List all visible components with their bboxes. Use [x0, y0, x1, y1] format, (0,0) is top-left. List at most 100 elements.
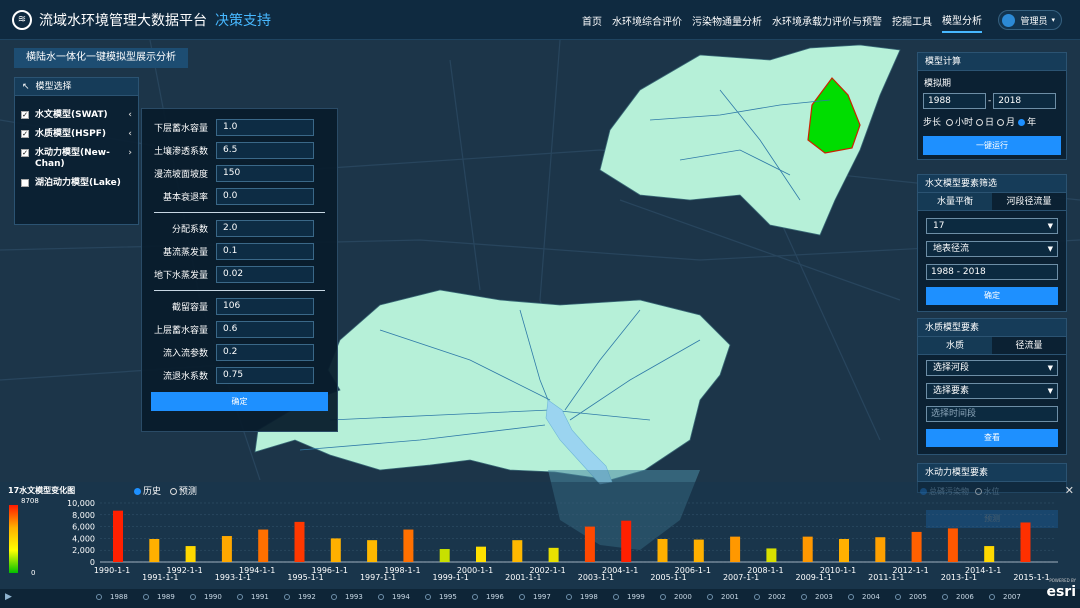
timeline-dot-icon: [190, 594, 196, 600]
run-button[interactable]: 一键运行: [923, 136, 1061, 155]
nav-home[interactable]: 首页: [582, 9, 602, 32]
param-input[interactable]: 6.5: [216, 142, 314, 159]
nav-mining-tools[interactable]: 挖掘工具: [892, 9, 932, 32]
checkbox-hspf[interactable]: ✓: [21, 130, 29, 138]
timeline-year[interactable]: 1988: [96, 593, 128, 601]
param-input[interactable]: 0.75: [216, 367, 314, 384]
chevron-left-icon[interactable]: ‹: [128, 129, 132, 140]
timeline-year[interactable]: 2001: [707, 593, 739, 601]
radio-history[interactable]: 历史: [134, 487, 161, 497]
main-nav: 首页 水环境综合评价 污染物通量分析 水环境承载力评价与预警 挖掘工具 模型分析: [572, 0, 982, 40]
quality-query-button[interactable]: 查看: [926, 429, 1058, 447]
timeline-year[interactable]: 1999: [613, 593, 645, 601]
select-reach[interactable]: 选择河段 ▼: [926, 360, 1058, 376]
chevron-left-icon[interactable]: ‹: [128, 110, 132, 121]
divider: [154, 212, 325, 213]
model-label-hspf: 水质模型(HSPF): [35, 129, 106, 139]
timeline-dot-icon: [707, 594, 713, 600]
param-row: 地下水蒸发量 0.02: [142, 264, 337, 285]
time-period-input[interactable]: 选择时间段: [926, 406, 1058, 422]
timeline-dot-icon: [754, 594, 760, 600]
model-select-header: ↖ 模型选择: [15, 78, 138, 96]
param-input[interactable]: 0.2: [216, 344, 314, 361]
nav-pollutant-flux[interactable]: 污染物通量分析: [692, 9, 762, 32]
radio-predict-label: 预测: [178, 487, 197, 497]
checkbox-newchan[interactable]: ✓: [21, 149, 29, 157]
model-item-lake[interactable]: 湖泊动力模型(Lake): [15, 174, 138, 193]
timeline-year[interactable]: 2006: [942, 593, 974, 601]
tab-reach-runoff[interactable]: 河段径流量: [992, 193, 1066, 210]
select-reach-value: 选择河段: [933, 363, 970, 373]
timeline-year[interactable]: 2000: [660, 593, 692, 601]
radio-predict[interactable]: 预测: [169, 487, 197, 497]
tab-water-balance[interactable]: 水量平衡: [918, 193, 992, 210]
chevron-right-icon[interactable]: ›: [128, 148, 132, 159]
nav-capacity[interactable]: 水环境承载力评价与预警: [772, 9, 882, 32]
element-select[interactable]: 地表径流 ▼: [926, 241, 1058, 257]
timeline-year[interactable]: 1990: [190, 593, 222, 601]
timeline-dot-icon: [284, 594, 290, 600]
tab-quality[interactable]: 水质: [918, 337, 992, 354]
hydro-confirm-button[interactable]: 确定: [926, 287, 1058, 305]
tab-runoff[interactable]: 径流量: [992, 337, 1066, 354]
step-hour[interactable]: 小时: [946, 115, 973, 128]
param-input[interactable]: 0.1: [216, 243, 314, 260]
model-item-hspf[interactable]: ✓ 水质模型(HSPF) ‹: [15, 125, 138, 144]
timeline-year[interactable]: 2002: [754, 593, 786, 601]
timeline-year[interactable]: 1994: [378, 593, 410, 601]
timeline-year[interactable]: 2007: [989, 593, 1021, 601]
timeline-year[interactable]: 1989: [143, 593, 175, 601]
reach-select[interactable]: 17 ▼: [926, 218, 1058, 234]
color-legend-bar: [9, 505, 18, 573]
date-range-input[interactable]: 1988 - 2018: [926, 264, 1058, 280]
timeline-year-label: 1992: [298, 593, 316, 601]
model-item-newchan[interactable]: ✓ 水动力模型(New-Chan) ›: [15, 144, 138, 174]
param-input[interactable]: 106: [216, 298, 314, 315]
step-month[interactable]: 月: [997, 115, 1015, 128]
timeline-year[interactable]: 2003: [801, 593, 833, 601]
model-select-panel: ↖ 模型选择 ✓ 水文模型(SWAT) ‹ ✓ 水质模型(HSPF) ‹ ✓ 水动力模型(N…: [14, 77, 139, 225]
start-year-input[interactable]: 1988: [923, 93, 986, 109]
model-label-swat: 水文模型(SWAT): [35, 110, 108, 120]
end-year-input[interactable]: 2018: [993, 93, 1057, 109]
timeline-year[interactable]: 1995: [425, 593, 457, 601]
params-confirm-button[interactable]: 确定: [151, 392, 328, 411]
checkbox-lake[interactable]: [21, 179, 29, 187]
page-title: 横陆水一体化一键模拟型展示分析: [14, 48, 188, 68]
play-icon[interactable]: ▶: [5, 592, 12, 602]
select-element[interactable]: 选择要素 ▼: [926, 383, 1058, 399]
timeline-year[interactable]: 2005: [895, 593, 927, 601]
model-calc-header: 模型计算: [918, 53, 1066, 71]
checkbox-swat[interactable]: ✓: [21, 111, 29, 119]
model-calc-panel: 模型计算 模拟期 1988 - 2018 步长 小时 日 月 年 一键运行: [917, 52, 1067, 160]
step-year[interactable]: 年: [1018, 115, 1036, 128]
step-label: 步长: [923, 118, 942, 128]
param-label: 基本衰退率: [162, 193, 208, 203]
param-input[interactable]: 0.6: [216, 321, 314, 338]
param-input[interactable]: 0.02: [216, 266, 314, 283]
timeline-dot-icon: [613, 594, 619, 600]
param-input[interactable]: 150: [216, 165, 314, 182]
hydro-tabs: 水量平衡 河段径流量: [918, 193, 1066, 211]
radio-icon: [997, 119, 1005, 126]
user-menu[interactable]: 管理员 ▾: [998, 10, 1062, 30]
param-input[interactable]: 1.0: [216, 119, 314, 136]
timeline-year[interactable]: 2004: [848, 593, 880, 601]
nav-model-analysis[interactable]: 模型分析: [942, 8, 982, 33]
timeline-year[interactable]: 1992: [284, 593, 316, 601]
timeline-year[interactable]: 1998: [566, 593, 598, 601]
platform-logo-icon: ≋: [12, 9, 32, 30]
param-input[interactable]: 0.0: [216, 188, 314, 205]
step-day[interactable]: 日: [976, 115, 994, 128]
timeline-year[interactable]: 1993: [331, 593, 363, 601]
model-item-swat[interactable]: ✓ 水文模型(SWAT) ‹: [15, 106, 138, 125]
close-icon[interactable]: ✕: [1065, 484, 1074, 497]
timeline-bar[interactable]: ▶ 1988 1989 1990 1991 1992 1993 1994 1995 1996 19…: [0, 589, 1080, 608]
timeline-year[interactable]: 1996: [472, 593, 504, 601]
timeline-year[interactable]: 1991: [237, 593, 269, 601]
param-row: 漫流坡面坡度 150: [142, 163, 337, 184]
nav-water-eval[interactable]: 水环境综合评价: [612, 9, 682, 32]
chevron-down-icon: ▾: [1051, 16, 1055, 24]
timeline-year[interactable]: 1997: [519, 593, 551, 601]
param-input[interactable]: 2.0: [216, 220, 314, 237]
